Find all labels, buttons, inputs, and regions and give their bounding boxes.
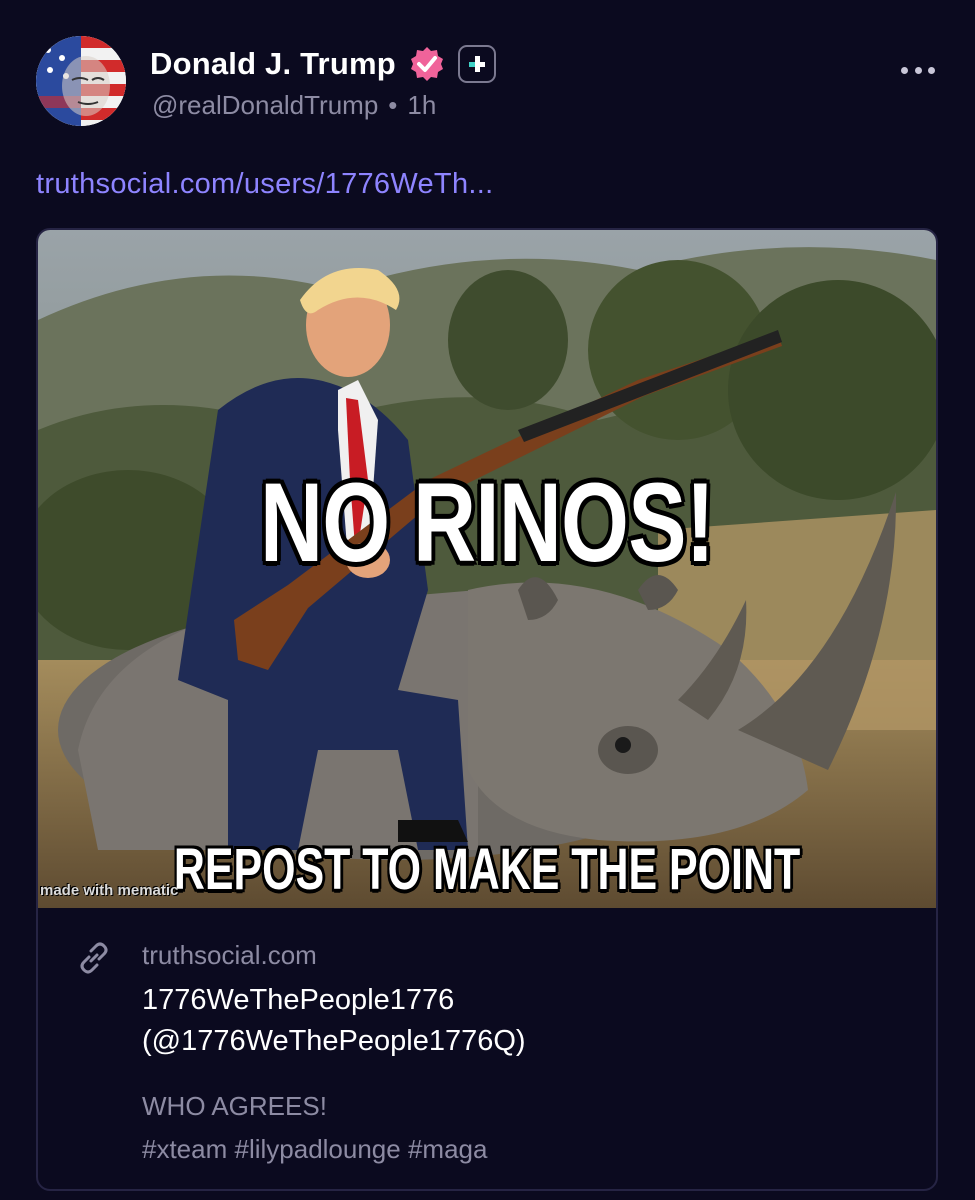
verified-badge-icon xyxy=(408,45,446,83)
more-options-button[interactable] xyxy=(901,64,935,76)
post-time[interactable]: 1h xyxy=(407,90,436,121)
preview-title-line1: 1776WeThePeople1776 xyxy=(142,984,455,1016)
author-name[interactable]: Donald J. Trump xyxy=(150,46,396,82)
add-icon xyxy=(468,56,485,72)
meme-bottom-text: REPOST TO MAKE THE POINT CLEAR xyxy=(173,837,801,908)
more-icon xyxy=(901,66,908,74)
preview-title: 1776WeThePeople1776 (@1776WeThePeople177… xyxy=(142,980,902,1062)
preview-hashtags: #xteam #lilypadlounge #maga xyxy=(142,1134,488,1164)
preview-description: WHO AGREES! xyxy=(142,1091,327,1121)
link-preview[interactable]: truthsocial.com 1776WeThePeople1776 (@17… xyxy=(38,908,936,1189)
handle-row: @realDonaldTrump • 1h xyxy=(152,90,436,121)
link-icon xyxy=(76,940,112,976)
post-link[interactable]: truthsocial.com/users/1776WeTh... xyxy=(36,168,493,201)
avatar[interactable] xyxy=(36,36,126,126)
add-button[interactable] xyxy=(457,45,496,83)
preview-title-line2: (@1776WeThePeople1776Q) xyxy=(142,1025,526,1057)
author-handle[interactable]: @realDonaldTrump xyxy=(152,90,378,121)
avatar-image xyxy=(36,36,126,126)
author-name-row: Donald J. Trump xyxy=(150,44,496,84)
more-icon-dot xyxy=(928,66,935,74)
meme-top-text: NO RINOS! xyxy=(259,460,715,585)
more-icon-dot xyxy=(914,66,922,74)
meme-image[interactable]: NO RINOS! REPOST TO MAKE THE POINT CLEAR… xyxy=(38,230,936,908)
separator-dot: • xyxy=(388,90,398,120)
meme-watermark: made with mematic xyxy=(40,882,179,899)
preview-domain: truthsocial.com xyxy=(142,940,317,970)
link-card[interactable]: NO RINOS! REPOST TO MAKE THE POINT CLEAR… xyxy=(36,228,938,1191)
